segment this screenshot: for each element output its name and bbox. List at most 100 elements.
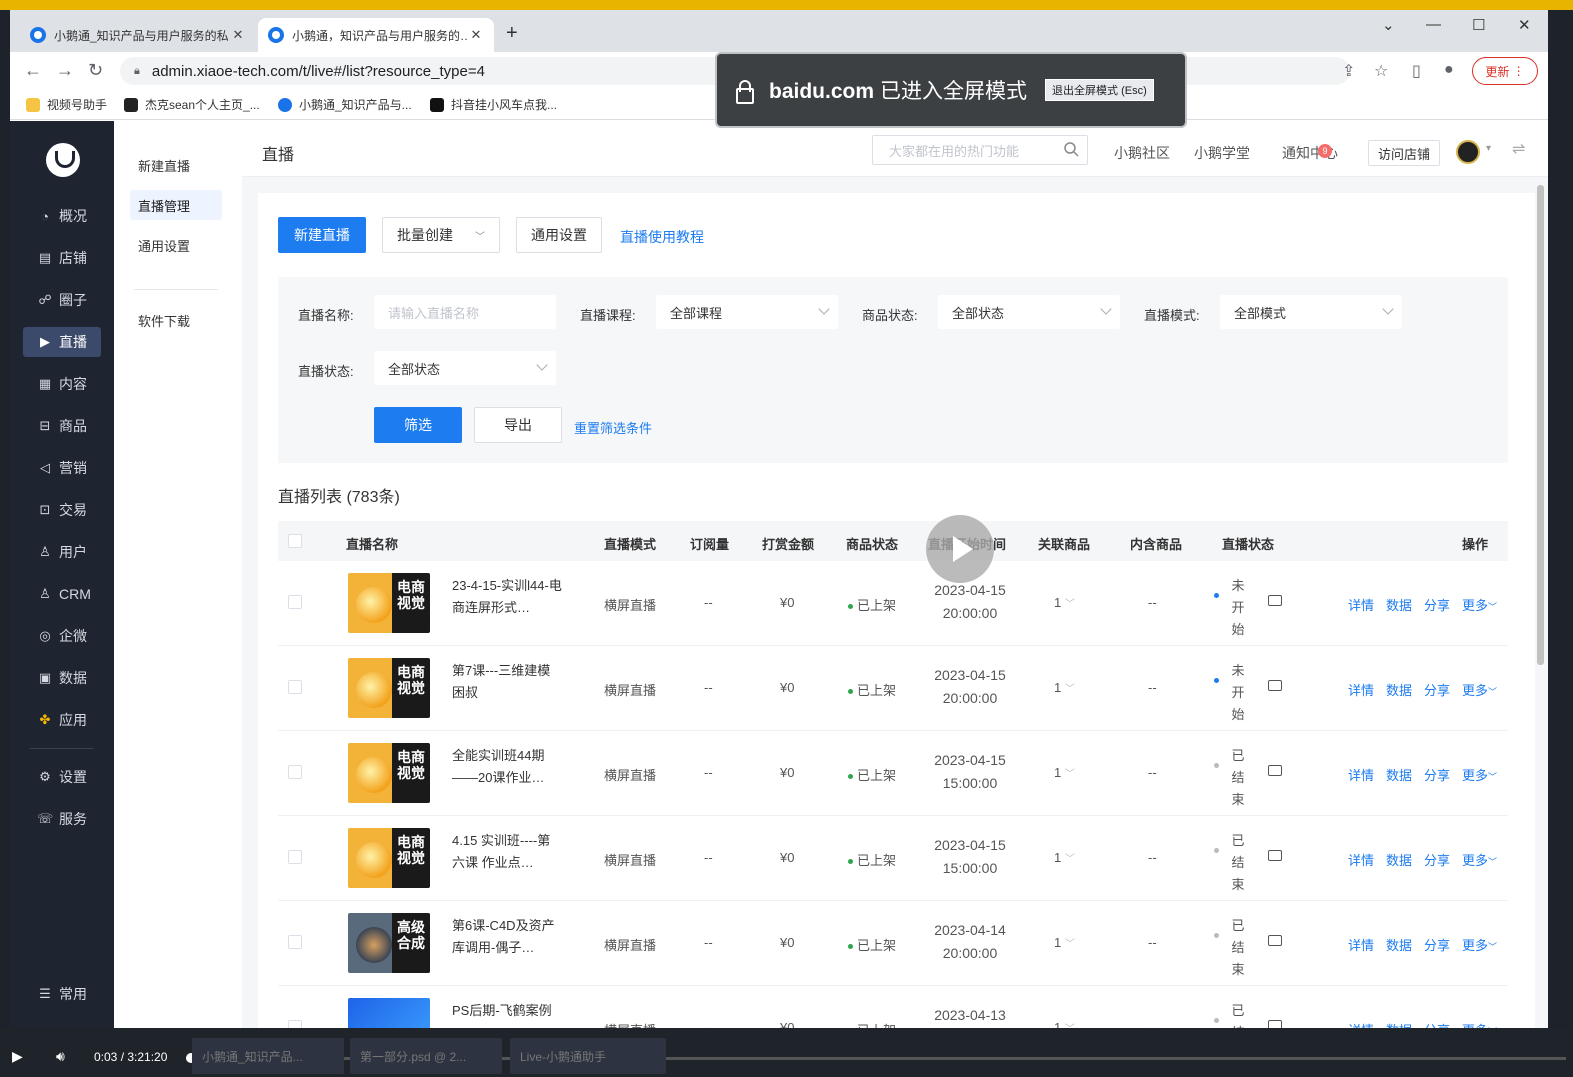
maximize-icon[interactable]: ☐ <box>1472 16 1485 34</box>
xiaoe-logo[interactable] <box>46 143 80 177</box>
details-link[interactable]: 详情 <box>1348 1020 1374 1028</box>
subnav-software-download[interactable]: 软件下载 <box>130 305 222 335</box>
monitor-icon[interactable] <box>1268 935 1282 946</box>
live-name-link[interactable]: 第7课---三维建模 困叔 <box>452 660 562 704</box>
details-link[interactable]: 详情 <box>1348 595 1374 614</box>
bookmark-item[interactable]: 杰克sean个人主页_... <box>124 96 260 113</box>
row-checkbox[interactable] <box>288 595 302 609</box>
live-cover-thumbnail[interactable] <box>348 998 430 1028</box>
linked-products[interactable]: 1 ﹀ <box>1054 935 1075 950</box>
live-cover-thumbnail[interactable]: 电商视觉 <box>348 658 430 718</box>
share-link[interactable]: 分享 <box>1424 850 1450 869</box>
live-tutorial-link[interactable]: 直播使用教程 <box>620 227 704 247</box>
details-link[interactable]: 详情 <box>1348 765 1374 784</box>
xiaoe-community-link[interactable]: 小鹅社区 <box>1114 143 1170 163</box>
linked-products[interactable]: 1 ﹀ <box>1054 595 1075 610</box>
visit-store-button[interactable]: 访问店铺 <box>1368 140 1440 166</box>
taskbar-item[interactable]: 小鹅通_知识产品... <box>192 1038 344 1074</box>
side-panel-icon[interactable]: ▯ <box>1412 61 1421 81</box>
taskbar-item[interactable]: 第一部分.psd @ 2... <box>350 1038 502 1074</box>
live-status-select[interactable]: 全部状态 <box>374 351 556 385</box>
sidebar-item-overview[interactable]: ◔ 概况 <box>23 201 101 231</box>
sidebar-item-settings[interactable]: ⚙ 设置 <box>23 762 101 792</box>
xiaoe-academy-link[interactable]: 小鹅学堂 <box>1194 143 1250 163</box>
reset-filters-link[interactable]: 重置筛选条件 <box>574 418 652 437</box>
monitor-icon[interactable] <box>1268 595 1282 606</box>
data-link[interactable]: 数据 <box>1386 765 1412 784</box>
live-name-link[interactable]: 23-4-15-实训l44-电商连屏形式… <box>452 575 562 619</box>
bookmark-star-icon[interactable]: ☆ <box>1374 61 1388 81</box>
filter-button[interactable]: 筛选 <box>374 407 462 443</box>
update-button[interactable]: 更新 ⋮ <box>1472 57 1538 85</box>
sidebar-item-live[interactable]: ▶ 直播 <box>23 327 101 357</box>
row-checkbox[interactable] <box>288 850 302 864</box>
more-dropdown[interactable]: 更多﹀ <box>1462 850 1497 869</box>
play-icon[interactable]: ▶ <box>12 1048 23 1065</box>
more-dropdown[interactable]: 更多﹀ <box>1462 935 1497 954</box>
live-mode-select[interactable]: 全部模式 <box>1220 295 1402 329</box>
live-name-link[interactable]: 4.15 实训班----第六课 作业点… <box>452 830 562 874</box>
select-all-checkbox[interactable] <box>288 534 302 548</box>
sidebar-item-trade[interactable]: ⊡ 交易 <box>23 495 101 525</box>
linked-products[interactable]: 1 ﹀ <box>1054 680 1075 695</box>
volume-icon[interactable]: 🔊︎ <box>56 1048 65 1065</box>
exit-fullscreen-button[interactable]: 退出全屏模式 (Esc) <box>1045 79 1154 101</box>
product-status-select[interactable]: 全部状态 <box>938 295 1120 329</box>
sidebar-item-wecom[interactable]: ◎ 企微 <box>23 621 101 651</box>
video-play-icon[interactable] <box>926 515 994 583</box>
forward-icon[interactable]: → <box>56 60 74 81</box>
row-checkbox[interactable] <box>288 680 302 694</box>
monitor-icon[interactable] <box>1268 765 1282 776</box>
monitor-icon[interactable] <box>1268 680 1282 691</box>
live-name-link[interactable]: 全能实训班44期——20课作业… <box>452 745 562 789</box>
feature-search-input[interactable]: 大家都在用的热门功能 <box>872 135 1088 165</box>
live-name-link[interactable]: 第6课-C4D及资产库调用-偶子… <box>452 915 562 959</box>
linked-products[interactable]: 1 ﹀ <box>1054 765 1075 780</box>
data-link[interactable]: 数据 <box>1386 595 1412 614</box>
batch-create-dropdown[interactable]: 批量创建 ﹀ <box>382 217 500 253</box>
share-link[interactable]: 分享 <box>1424 1020 1450 1028</box>
course-select[interactable]: 全部课程 <box>656 295 838 329</box>
close-window-icon[interactable]: ✕ <box>1518 16 1531 34</box>
tab-search-chevron-icon[interactable]: ⌄ <box>1382 16 1395 34</box>
sidebar-item-product[interactable]: ⊟ 商品 <box>23 411 101 441</box>
new-live-button[interactable]: 新建直播 <box>278 217 366 253</box>
monitor-icon[interactable] <box>1268 1020 1282 1028</box>
more-dropdown[interactable]: 更多﹀ <box>1462 765 1497 784</box>
row-checkbox[interactable] <box>288 935 302 949</box>
sidebar-item-common[interactable]: ☰ 常用 <box>23 979 101 1009</box>
live-cover-thumbnail[interactable]: 电商视觉 <box>348 828 430 888</box>
linked-products[interactable]: 1 ﹀ <box>1054 850 1075 865</box>
browser-tab-2[interactable]: 小鹅通，知识产品与用户服务的… ✕ <box>258 18 494 52</box>
search-icon[interactable] <box>1063 141 1079 157</box>
switch-icon[interactable]: ⇌ <box>1512 139 1525 159</box>
share-link[interactable]: 分享 <box>1424 935 1450 954</box>
live-cover-thumbnail[interactable]: 电商视觉 <box>348 573 430 633</box>
data-link[interactable]: 数据 <box>1386 1020 1412 1028</box>
more-dropdown[interactable]: 更多﹀ <box>1462 1020 1497 1028</box>
subnav-general-settings[interactable]: 通用设置 <box>130 230 222 260</box>
chevron-down-icon[interactable]: ▾ <box>1486 143 1491 154</box>
export-button[interactable]: 导出 <box>474 407 562 443</box>
sidebar-item-crm[interactable]: ♙ CRM <box>23 579 101 609</box>
sidebar-item-store[interactable]: ▤ 店铺 <box>23 243 101 273</box>
scrollbar[interactable] <box>1537 185 1544 665</box>
minimize-icon[interactable]: — <box>1426 16 1441 33</box>
subnav-new-live[interactable]: 新建直播 <box>130 150 222 180</box>
bookmark-item[interactable]: 抖音挂小风车点我... <box>430 96 557 113</box>
details-link[interactable]: 详情 <box>1348 850 1374 869</box>
sidebar-item-service[interactable]: ☏ 服务 <box>23 804 101 834</box>
avatar[interactable] <box>1456 140 1480 164</box>
data-link[interactable]: 数据 <box>1386 935 1412 954</box>
data-link[interactable]: 数据 <box>1386 850 1412 869</box>
sidebar-item-circle[interactable]: ☍ 圈子 <box>23 285 101 315</box>
profile-icon[interactable]: ● <box>1444 61 1454 79</box>
live-cover-thumbnail[interactable]: 电商视觉 <box>348 743 430 803</box>
tab-close-icon[interactable]: ✕ <box>230 27 246 43</box>
general-settings-button[interactable]: 通用设置 <box>516 217 602 253</box>
sidebar-item-content[interactable]: ▦ 内容 <box>23 369 101 399</box>
sidebar-item-apps[interactable]: ✤ 应用 <box>23 705 101 735</box>
details-link[interactable]: 详情 <box>1348 680 1374 699</box>
share-link[interactable]: 分享 <box>1424 595 1450 614</box>
sidebar-item-user[interactable]: ♙ 用户 <box>23 537 101 567</box>
